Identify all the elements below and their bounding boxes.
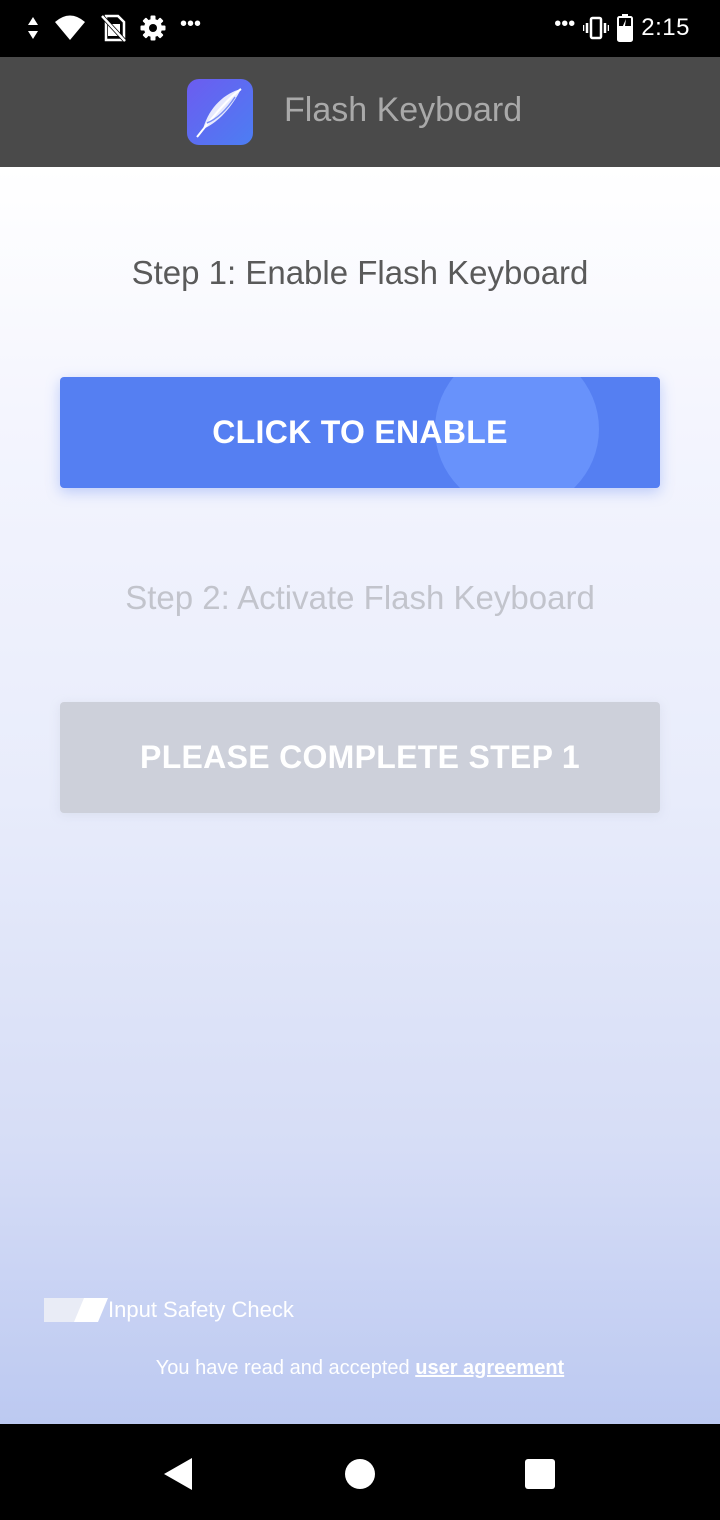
shield-badge-icon: [44, 1298, 108, 1322]
clock-time: 2:15: [641, 14, 690, 41]
setup-content: Step 1: Enable Flash Keyboard CLICK TO E…: [0, 167, 720, 1424]
app-title: Flash Keyboard: [284, 91, 523, 129]
recent-apps-icon[interactable]: [520, 1454, 560, 1494]
status-icons-right: ••• 2:15: [554, 14, 690, 42]
wifi-icon: [55, 15, 85, 40]
step1-title: Step 1: Enable Flash Keyboard: [131, 254, 589, 291]
app-bar: Flash Keyboard: [0, 57, 720, 167]
home-icon[interactable]: [340, 1454, 380, 1494]
navigation-bar: [0, 1424, 720, 1520]
agreement-text: You have read and accepted: [155, 1357, 416, 1379]
back-icon[interactable]: [158, 1454, 198, 1494]
activate-button-label: PLEASE COMPLETE STEP 1: [140, 739, 580, 775]
more-dots-icon: •••: [180, 13, 202, 35]
activate-keyboard-button[interactable]: PLEASE COMPLETE STEP 1: [60, 702, 660, 813]
status-bar: ••• ••• 2:15: [0, 0, 720, 57]
status-icons-left: •••: [26, 14, 201, 42]
agreement-notice: You have read and accepted user agreemen…: [0, 1357, 720, 1380]
more-dots-icon: •••: [554, 13, 576, 35]
step2-title: Step 2: Activate Flash Keyboard: [125, 579, 595, 616]
enable-keyboard-button[interactable]: CLICK TO ENABLE: [60, 377, 660, 488]
no-sim-icon: [100, 14, 126, 42]
input-safety-check: Input Safety Check: [44, 1297, 294, 1323]
enable-button-label: CLICK TO ENABLE: [212, 414, 508, 450]
settings-gear-icon: [140, 15, 166, 41]
feather-app-icon: [187, 79, 253, 145]
user-agreement-link[interactable]: user agreement: [415, 1357, 564, 1379]
battery-icon: [617, 14, 634, 42]
vibrate-icon: [583, 16, 610, 40]
data-arrows-icon: [28, 17, 38, 39]
safety-check-label: Input Safety Check: [108, 1297, 294, 1322]
